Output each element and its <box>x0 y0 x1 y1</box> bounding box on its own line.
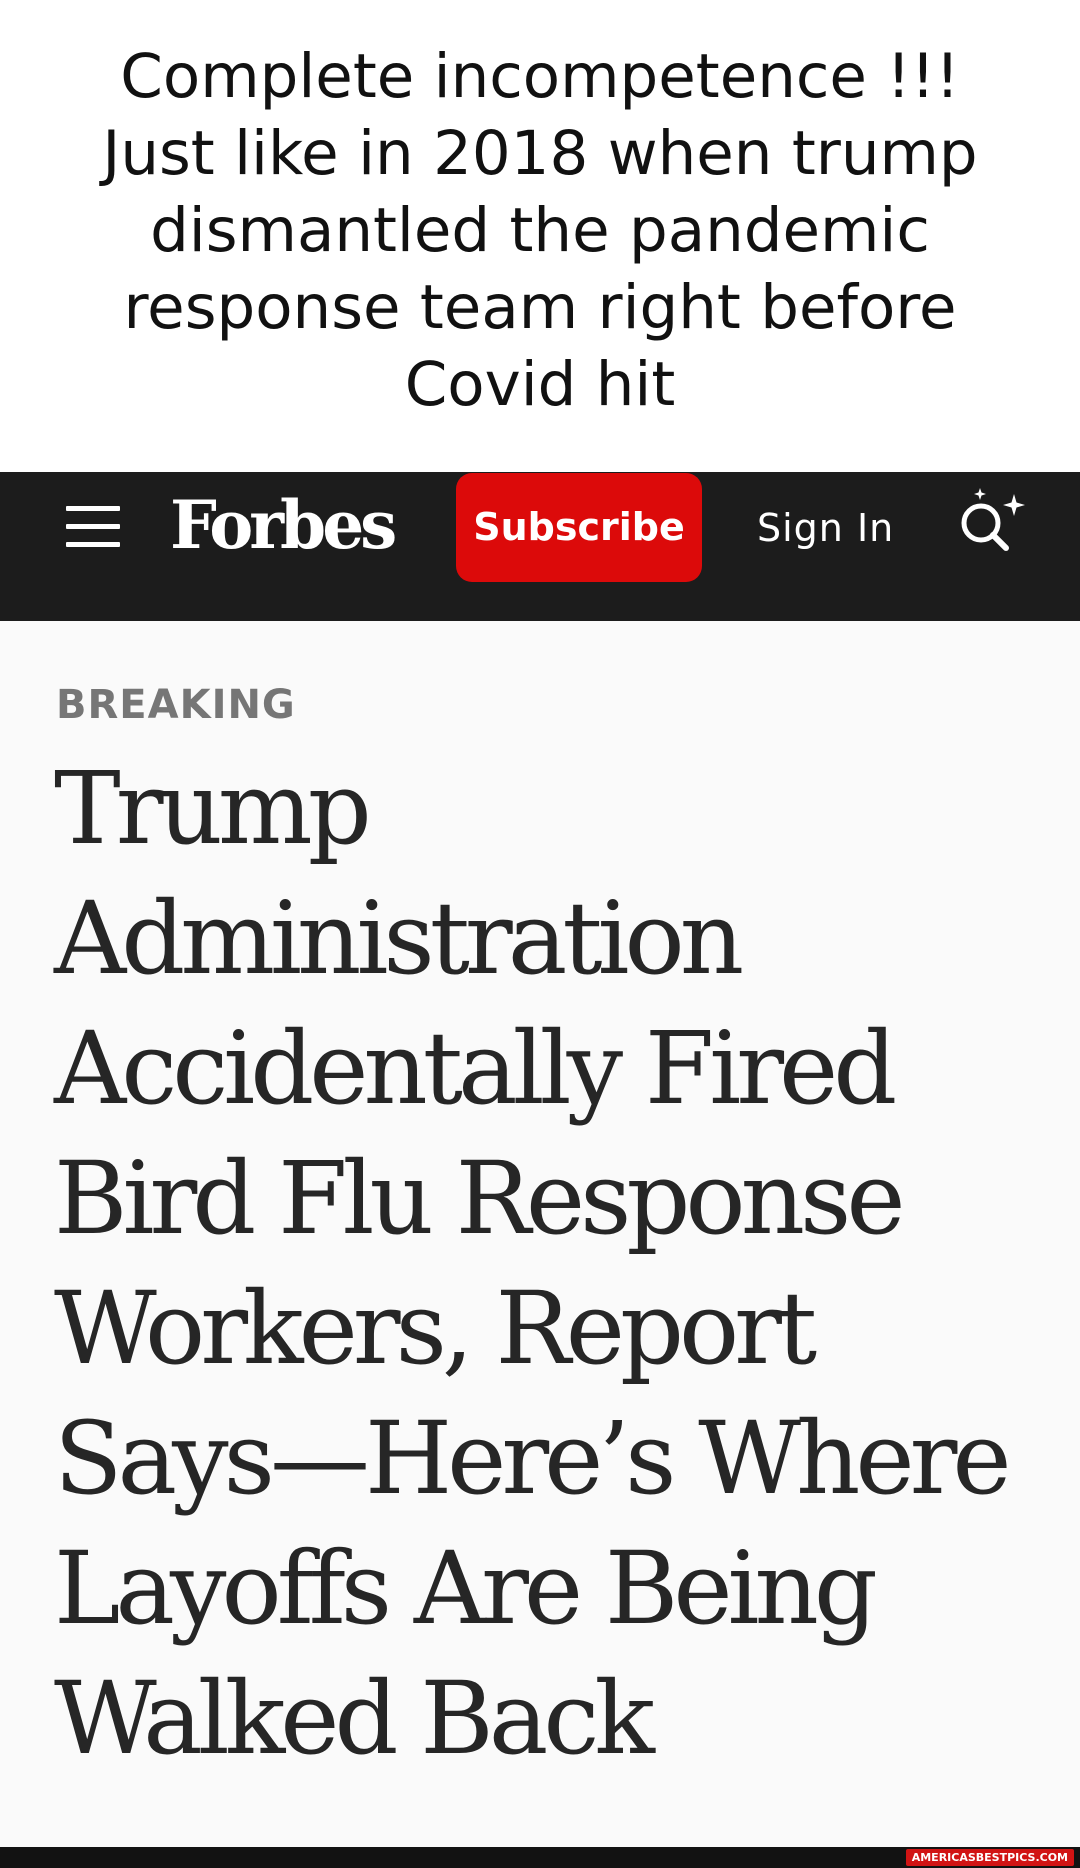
menu-line <box>66 506 120 511</box>
subscribe-button[interactable]: Subscribe <box>456 473 702 582</box>
menu-line <box>66 524 120 529</box>
forbes-logo[interactable]: Forbes <box>170 485 397 565</box>
breaking-kicker: BREAKING <box>56 682 296 728</box>
menu-line <box>66 542 120 547</box>
site-watermark: AMERICASBESTPICS.COM <box>905 1849 1074 1866</box>
hamburger-menu-icon[interactable] <box>66 506 120 548</box>
article-headline[interactable]: Trump Administration Accidentally Fired … <box>54 744 1054 1784</box>
meme-caption: Complete incompetence !!! Just like in 2… <box>0 0 1080 472</box>
sign-in-link[interactable]: Sign In <box>757 500 894 556</box>
ai-search-icon[interactable] <box>950 470 1040 560</box>
caption-text: Complete incompetence !!! Just like in 2… <box>102 40 978 420</box>
